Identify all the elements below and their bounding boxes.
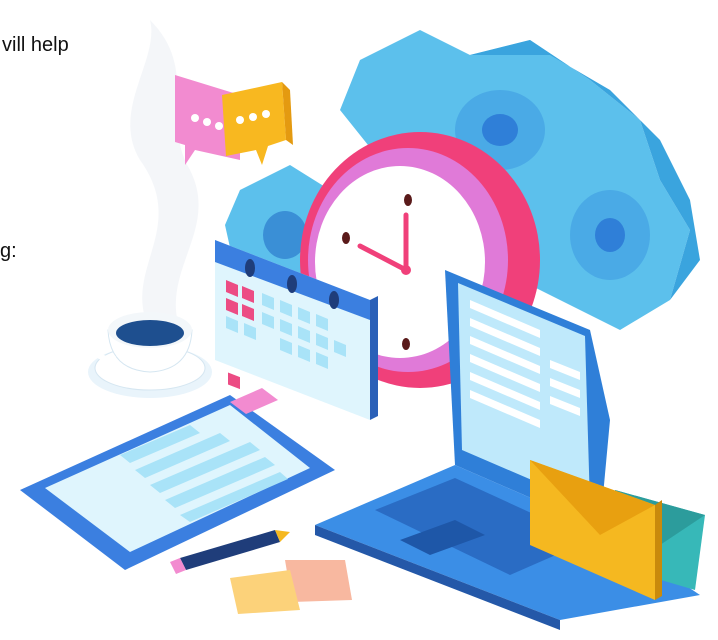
- productivity-illustration: [20, 20, 705, 630]
- sticky-note-icon: [230, 560, 352, 614]
- speech-bubble-icon: [222, 82, 293, 165]
- clipboard-icon: [20, 388, 335, 570]
- coffee-cup-icon: [88, 312, 212, 398]
- steam-icon: [130, 20, 199, 330]
